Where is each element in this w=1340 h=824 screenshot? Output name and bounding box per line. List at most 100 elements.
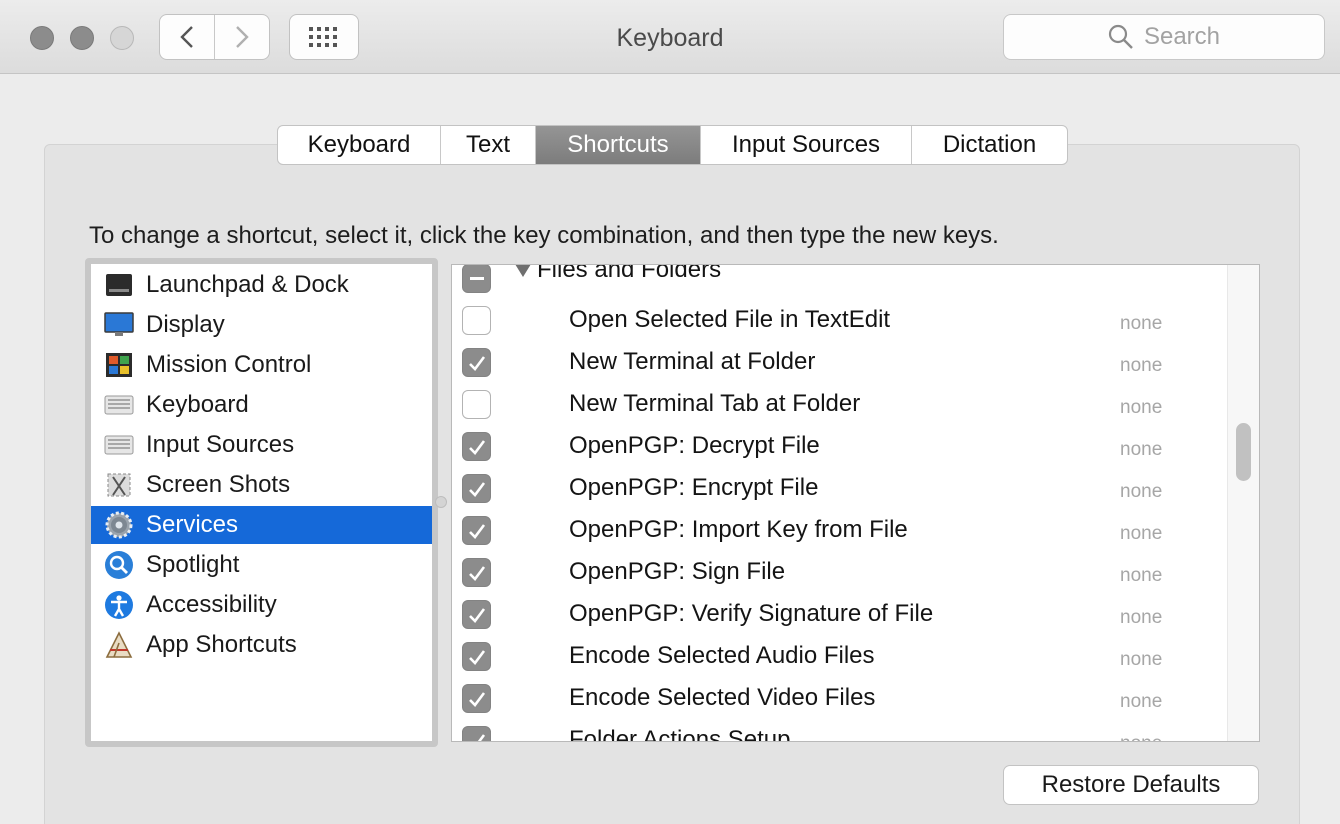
tab-bar: Keyboard Text Shortcuts Input Sources Di… (277, 125, 1068, 165)
tab-input-sources[interactable]: Input Sources (701, 126, 912, 164)
checkmark-icon (468, 649, 485, 665)
search-icon (1108, 24, 1133, 49)
display-icon (104, 310, 134, 340)
spotlight-icon (104, 550, 134, 580)
checkmark-icon (468, 523, 485, 539)
shortcut-row[interactable]: OpenPGP: Decrypt File none (452, 426, 1227, 468)
shortcut-label: Encode Selected Audio Files (569, 642, 875, 669)
shortcut-label: Open Selected File in TextEdit (569, 306, 891, 333)
shortcut-key[interactable]: none (1120, 523, 1162, 545)
shortcut-checkbox[interactable] (462, 600, 491, 629)
checkmark-icon (468, 355, 485, 371)
shortcut-checkbox[interactable] (462, 558, 491, 587)
tab-text[interactable]: Text (441, 126, 536, 164)
category-input-sources[interactable]: Input Sources (91, 426, 432, 464)
accessibility-icon (104, 590, 134, 620)
group-label: Files and Folders (537, 264, 722, 283)
screen-shots-icon (104, 470, 134, 500)
shortcut-key[interactable]: none (1120, 439, 1162, 461)
category-mission-control[interactable]: Mission Control (91, 346, 432, 384)
restore-defaults-button[interactable]: Restore Defaults (1003, 765, 1259, 805)
shortcut-key[interactable]: none (1120, 691, 1162, 713)
category-launchpad-dock[interactable]: Launchpad & Dock (91, 266, 432, 304)
category-label: Display (146, 311, 225, 338)
category-label: Input Sources (146, 431, 295, 458)
search-placeholder: Search (1143, 23, 1221, 50)
shortcut-label: Folder Actions Setup... (569, 726, 811, 742)
category-accessibility[interactable]: Accessibility (91, 586, 432, 624)
shortcut-key[interactable]: none (1120, 649, 1162, 671)
shortcut-label: New Terminal Tab at Folder (569, 390, 861, 417)
instructions-text: To change a shortcut, select it, click t… (89, 222, 999, 249)
shortcut-row[interactable]: Encode Selected Audio Files none (452, 636, 1227, 678)
category-label: App Shortcuts (146, 631, 297, 658)
category-display[interactable]: Display (91, 306, 432, 344)
shortcut-checkbox[interactable] (462, 726, 491, 741)
shortcut-checkbox[interactable] (462, 516, 491, 545)
services-gear-icon (104, 510, 134, 540)
tab-keyboard[interactable]: Keyboard (278, 126, 441, 164)
category-services[interactable]: Services (91, 506, 432, 544)
shortcut-key[interactable]: none (1120, 481, 1162, 503)
checkmark-icon (468, 607, 485, 623)
input-sources-icon (104, 430, 134, 460)
category-keyboard[interactable]: Keyboard (91, 386, 432, 424)
shortcut-list[interactable]: Files and Folders Open Selected File in … (451, 264, 1260, 742)
group-checkbox[interactable] (462, 265, 491, 293)
shortcut-checkbox[interactable] (462, 684, 491, 713)
shortcut-key[interactable]: none (1120, 565, 1162, 587)
shortcut-checkbox[interactable] (462, 642, 491, 671)
category-label: Services (146, 511, 239, 538)
group-row-files-and-folders[interactable]: Files and Folders (452, 264, 1227, 300)
shortcut-checkbox[interactable] (462, 348, 491, 377)
shortcut-checkbox[interactable] (462, 474, 491, 503)
category-spotlight[interactable]: Spotlight (91, 546, 432, 584)
shortcut-checkbox[interactable] (462, 306, 491, 335)
shortcut-key[interactable]: none (1120, 313, 1162, 335)
disclosure-triangle-icon[interactable] (515, 265, 531, 277)
checkmark-icon (468, 691, 485, 707)
shortcut-row[interactable]: OpenPGP: Verify Signature of File none (452, 594, 1227, 636)
shortcut-row[interactable]: Encode Selected Video Files none (452, 678, 1227, 720)
shortcut-key[interactable]: none (1120, 397, 1162, 419)
shortcut-key[interactable]: none (1120, 355, 1162, 377)
shortcut-key[interactable]: none (1120, 733, 1162, 741)
shortcut-row[interactable]: OpenPGP: Encrypt File none (452, 468, 1227, 510)
mission-control-icon (104, 350, 134, 380)
tab-shortcuts[interactable]: Shortcuts (536, 126, 701, 164)
scrollbar-thumb[interactable] (1236, 423, 1251, 481)
category-label: Keyboard (146, 391, 249, 418)
shortcut-row[interactable]: Folder Actions Setup... none (452, 720, 1227, 742)
vertical-scrollbar[interactable] (1227, 265, 1259, 741)
shortcut-checkbox[interactable] (462, 390, 491, 419)
shortcut-label: OpenPGP: Encrypt File (569, 474, 819, 501)
shortcut-checkbox[interactable] (462, 432, 491, 461)
shortcut-key[interactable]: none (1120, 607, 1162, 629)
shortcut-row[interactable]: OpenPGP: Sign File none (452, 552, 1227, 594)
shortcut-row[interactable]: New Terminal Tab at Folder none (452, 384, 1227, 426)
category-label: Mission Control (146, 351, 312, 378)
category-label: Launchpad & Dock (146, 271, 349, 298)
split-view-divider[interactable] (435, 496, 447, 508)
shortcut-row[interactable]: Open Selected File in TextEdit none (452, 300, 1227, 342)
shortcut-label: OpenPGP: Decrypt File (569, 432, 820, 459)
checkmark-icon (468, 439, 485, 455)
tab-dictation[interactable]: Dictation (912, 126, 1067, 164)
category-label: Accessibility (146, 591, 277, 618)
dash-icon (469, 276, 484, 280)
category-screen-shots[interactable]: Screen Shots (91, 466, 432, 504)
keyboard-icon (104, 390, 134, 420)
app-shortcuts-icon (104, 630, 134, 660)
shortcut-row[interactable]: OpenPGP: Import Key from File none (452, 510, 1227, 552)
category-label: Screen Shots (146, 471, 291, 498)
category-list[interactable]: Launchpad & Dock Display Mission Control… (85, 258, 438, 747)
checkmark-icon (468, 481, 485, 497)
shortcut-label: OpenPGP: Import Key from File (569, 516, 908, 543)
title-bar: Keyboard Search (0, 0, 1340, 74)
checkmark-icon (470, 733, 485, 741)
search-field[interactable]: Search (1003, 14, 1325, 60)
shortcut-row[interactable]: New Terminal at Folder none (452, 342, 1227, 384)
checkmark-icon (468, 565, 485, 581)
shortcut-label: OpenPGP: Sign File (569, 558, 786, 585)
category-app-shortcuts[interactable]: App Shortcuts (91, 626, 432, 664)
